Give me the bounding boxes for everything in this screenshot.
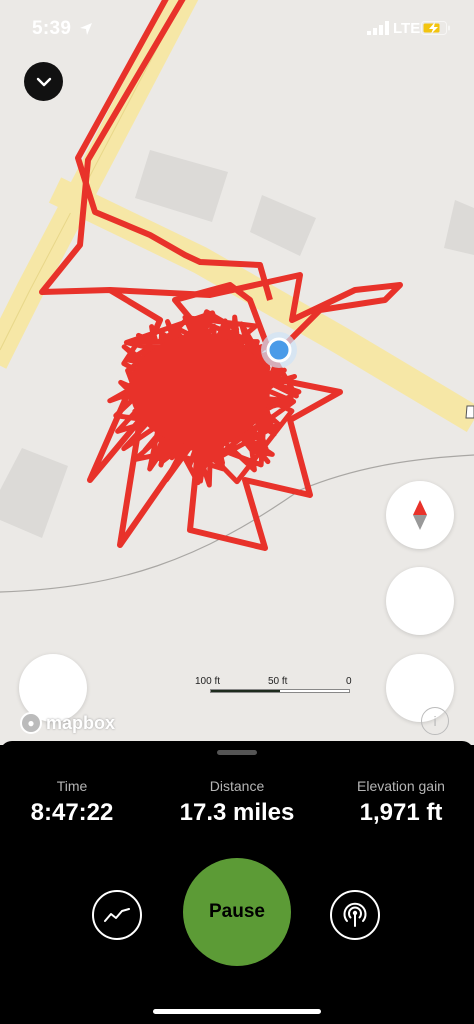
scale-bar: 100 ft 50 ft 0: [195, 676, 355, 696]
map-view[interactable]: 100 ft 50 ft 0 ● mapbox i: [0, 0, 474, 745]
info-button[interactable]: i: [421, 707, 449, 735]
status-time: 5:39: [32, 18, 72, 39]
scale-label-0: 0: [346, 676, 352, 687]
mapbox-wordmark: mapbox: [46, 712, 116, 733]
activity-panel: Time 8:47:22 Distance 17.3 miles Elevati…: [0, 741, 474, 1024]
collapse-button[interactable]: [24, 62, 63, 101]
mapbox-attribution[interactable]: ● mapbox: [20, 712, 115, 734]
stat-label: Time: [56, 778, 88, 794]
stat-value: 17.3 miles: [179, 799, 295, 826]
panel-grabber[interactable]: [217, 750, 257, 755]
stat-elevation-gain: Elevation gain 1,971 ft: [326, 778, 474, 827]
info-icon: i: [433, 713, 437, 729]
stat-label: Elevation gain: [357, 778, 445, 794]
status-bar: 5:39 LTE: [0, 0, 474, 60]
stat-label: Distance: [209, 778, 265, 794]
road-marker: [465, 405, 474, 419]
compass-icon: [413, 500, 427, 530]
user-location-dot: [266, 337, 292, 363]
scale-label-50ft: 50 ft: [268, 676, 288, 687]
home-indicator: [153, 1009, 321, 1014]
scale-bar-graphic: [210, 689, 350, 693]
scale-label-100ft: 100 ft: [195, 676, 221, 687]
building: [0, 448, 68, 538]
building: [135, 150, 228, 222]
stat-time: Time 8:47:22: [0, 778, 147, 827]
compass-button[interactable]: [386, 481, 454, 549]
broadcast-icon: [343, 902, 367, 927]
map-layer-button[interactable]: [386, 567, 454, 635]
graph-icon: [104, 908, 130, 922]
stat-value: 8:47:22: [30, 799, 114, 826]
stat-value: 1,971 ft: [359, 799, 443, 826]
mapbox-logo-icon: ●: [20, 712, 42, 734]
chevron-down-icon: [36, 77, 51, 86]
pause-button-label: Pause: [209, 901, 265, 922]
location-arrow-icon: [80, 23, 92, 35]
map-base: [0, 0, 474, 593]
network-type: LTE: [393, 20, 421, 37]
broadcast-button[interactable]: [330, 890, 380, 940]
stat-distance: Distance 17.3 miles: [162, 778, 312, 827]
battery-charging-icon: [421, 21, 450, 35]
signal-bars-icon: [367, 21, 389, 35]
building: [250, 195, 316, 256]
graph-button[interactable]: [92, 890, 142, 940]
pause-button[interactable]: Pause: [183, 858, 291, 966]
building: [444, 200, 474, 255]
